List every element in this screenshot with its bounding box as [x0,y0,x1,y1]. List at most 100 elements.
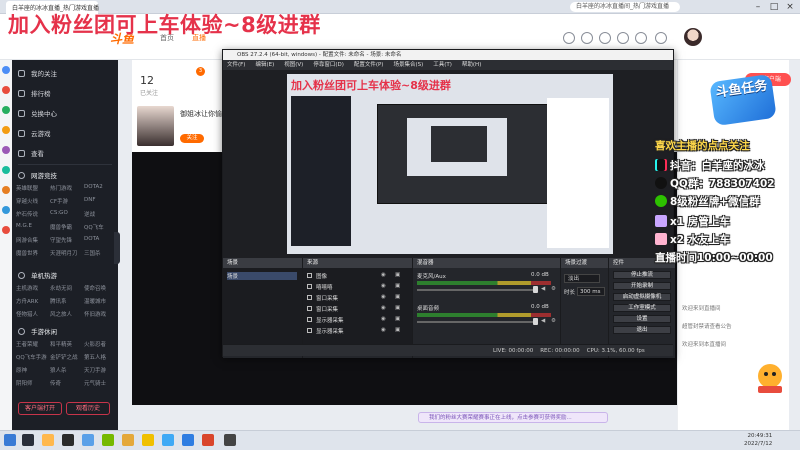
obs-menu-edit[interactable]: 编辑(E) [255,62,274,68]
sidebar-item-exchange[interactable]: 兑换中心 [18,108,57,122]
settings-button[interactable]: 设置 [613,315,671,323]
close-icon[interactable]: × [784,1,796,13]
gear-icon[interactable]: ⚙ [551,286,556,292]
sidebar-game-link[interactable]: 守望先锋 [50,236,84,244]
sidebar-item-cloud-game[interactable]: 云游戏 [18,128,51,142]
lock-icon[interactable]: ▣ [395,272,400,278]
message-icon[interactable] [599,32,611,44]
app-icon[interactable] [2,146,10,154]
studio-mode-button[interactable]: 工作室模式 [613,304,671,312]
sidebar-game-link[interactable]: 魔兽争霸 [50,223,84,231]
scene-item[interactable]: 场景 [227,272,297,280]
source-item[interactable]: 显示器采集 [307,316,344,324]
sidebar-game-link[interactable]: 天涯明月刀 [50,249,84,257]
sidebar-game-link[interactable]: DNF [84,197,118,205]
sidebar-game-link[interactable]: 阴阳师 [16,379,50,387]
lock-icon[interactable]: ▣ [395,305,400,311]
activity-notice[interactable]: 我们的粉丝大赛荣耀赛事正在上线，点击参赛可获得奖励... [418,412,608,423]
sidebar-game-link[interactable]: 永劫无间 [50,284,84,292]
sidebar-game-link[interactable]: 和平精英 [50,340,84,348]
obs-menu-view[interactable]: 视图(V) [284,62,303,68]
sidebar-game-link[interactable]: 元气骑士 [84,379,118,387]
sidebar-game-link[interactable]: 炉石传说 [16,210,50,218]
sidebar-game-link[interactable]: 怪物猎人 [16,310,50,318]
sidebar-game-link[interactable]: 火影忍者 [84,340,118,348]
sidebar-game-link[interactable]: DOTA2 [84,184,118,192]
sidebar-collapse-handle[interactable] [114,232,120,264]
sidebar-game-link[interactable]: 原神 [16,366,50,374]
sidebar-game-link[interactable]: QQ飞车手游 [16,353,50,361]
volume-slider-track[interactable] [417,289,537,291]
exit-button[interactable]: 退出 [613,326,671,334]
sidebar-game-link[interactable]: CS:GO [50,210,84,218]
steam-icon[interactable] [22,434,34,446]
speaker-icon[interactable]: ◀ [541,286,545,292]
eye-icon[interactable]: ◉ [381,272,386,278]
sidebar-game-link[interactable]: 狼人杀 [50,366,84,374]
app-icon[interactable] [2,166,10,174]
favorite-icon[interactable] [635,32,647,44]
app-icon[interactable] [2,226,10,234]
sidebar-item-more[interactable]: 查看 [18,148,44,162]
eye-icon[interactable]: ◉ [381,327,386,333]
app-icon[interactable] [122,434,134,446]
sidebar-game-link[interactable]: 腾讯系 [50,297,84,305]
sidebar-game-link[interactable]: 使命召唤 [84,284,118,292]
minimize-icon[interactable]: – [752,1,764,13]
taskbar-clock[interactable]: 20:49:31 2022/7/12 [744,432,772,448]
broadcast-icon[interactable] [655,32,667,44]
app-icon[interactable] [202,434,214,446]
volume-slider-knob[interactable] [533,318,538,325]
app-icon[interactable] [142,434,154,446]
sidebar-game-link[interactable]: 逆战 [84,210,118,218]
windows-start-icon[interactable] [4,434,16,446]
streamer-avatar[interactable] [137,106,174,146]
app-icon[interactable] [2,206,10,214]
source-item[interactable]: 显示器采集 [307,327,344,335]
nvidia-icon[interactable] [102,434,114,446]
task-badge-icon[interactable]: 斗鱼任务 [709,73,777,127]
duration-input[interactable]: 300 ms [577,287,605,296]
speaker-icon[interactable]: ◀ [541,318,545,324]
lock-icon[interactable]: ▣ [395,294,400,300]
lock-icon[interactable]: ▣ [395,327,400,333]
sidebar-game-link[interactable]: 怀旧游戏 [84,310,118,318]
sidebar-game-link[interactable]: 王者荣耀 [16,340,50,348]
sidebar-game-link[interactable]: 网游合集 [16,236,50,244]
app-icon[interactable] [82,434,94,446]
obs-menu-tools[interactable]: 工具(T) [433,62,452,68]
sidebar-game-link[interactable]: 热门游戏 [50,184,84,192]
sidebar-item-follow[interactable]: 我的关注 [18,68,57,82]
sidebar-section-title[interactable]: 网游竞技 [18,170,57,180]
obs-preview[interactable]: 加入粉丝团可上车体验~8级进群 [223,70,673,258]
sidebar-item-rank[interactable]: 排行榜 [18,88,51,102]
sidebar-game-link[interactable]: DOTA [84,236,118,244]
gear-icon[interactable]: ⚙ [551,318,556,324]
eye-icon[interactable]: ◉ [381,294,386,300]
task-icon[interactable] [617,32,629,44]
sidebar-game-link[interactable]: 魔兽世界 [16,249,50,257]
sidebar-section-title[interactable]: 单机热游 [18,270,57,280]
obs-menu-help[interactable]: 帮助(H) [462,62,481,68]
sidebar-game-link[interactable]: 风之旅人 [50,310,84,318]
address-bar[interactable]: 白羊座的冰冰直播间_热门游戏直播 [570,2,680,12]
app-icon[interactable] [2,126,10,134]
follow-button[interactable]: 关注 [180,134,204,143]
sidebar-section-title[interactable]: 手游休闲 [18,326,57,336]
app-icon[interactable] [2,86,10,94]
sidebar-game-link[interactable]: 金铲铲之战 [50,353,84,361]
client-open-button[interactable]: 客户端打开 [18,402,62,415]
download-icon[interactable] [581,32,593,44]
transition-select[interactable]: 淡出 [564,274,600,283]
sidebar-game-link[interactable]: 天刀手游 [84,366,118,374]
eye-icon[interactable]: ◉ [381,283,386,289]
browser-icon[interactable] [182,434,194,446]
folder-icon[interactable] [42,434,54,446]
app-icon[interactable] [2,66,10,74]
volume-slider-track[interactable] [417,321,537,323]
virtual-camera-button[interactable]: 启动虚拟摄像机 [613,293,671,301]
eye-icon[interactable]: ◉ [381,305,386,311]
maximize-icon[interactable]: □ [768,1,780,13]
source-item[interactable]: 窗口采集 [307,305,338,313]
sidebar-game-link[interactable]: 三国杀 [84,249,118,257]
